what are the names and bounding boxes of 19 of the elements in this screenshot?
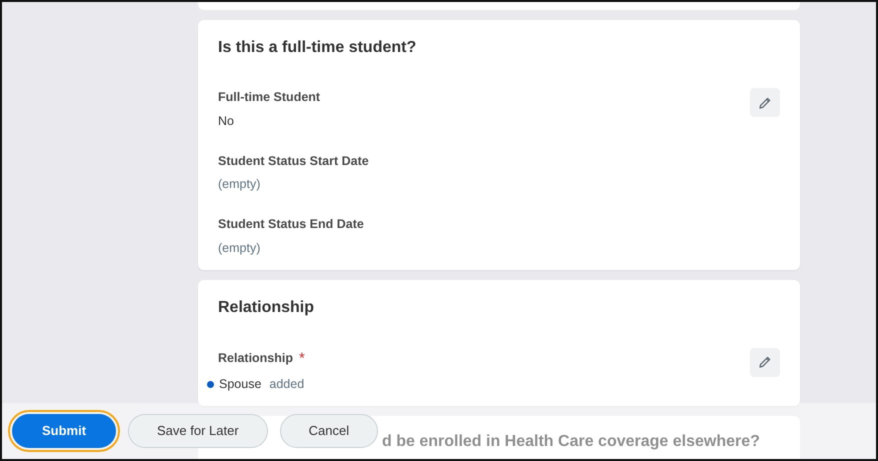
- field-value: Spouse: [219, 376, 262, 393]
- field-value: No: [218, 112, 234, 130]
- field-label: Student Status Start Date: [218, 152, 369, 170]
- cancel-button[interactable]: Cancel: [280, 414, 378, 448]
- section-title: Relationship: [218, 298, 316, 318]
- edit-button[interactable]: [750, 88, 780, 117]
- save-button[interactable]: Save for Later: [128, 414, 268, 448]
- section-title: d be enrolled in Health Care coverage elsewhere?: [382, 432, 761, 452]
- change-note: added: [269, 376, 304, 393]
- pencil-icon: [758, 96, 772, 110]
- field-label: Student Status End Date: [218, 216, 364, 233]
- pencil-icon: [758, 355, 772, 369]
- field-value: (empty): [218, 176, 260, 194]
- field-label: Relationship: [218, 350, 294, 368]
- section-title: Is this a full-time student?: [218, 38, 418, 58]
- required-mark: *: [299, 348, 305, 368]
- edit-button[interactable]: [750, 348, 780, 376]
- field-value: (empty): [218, 240, 260, 257]
- field-label: Full-time Student: [218, 89, 320, 106]
